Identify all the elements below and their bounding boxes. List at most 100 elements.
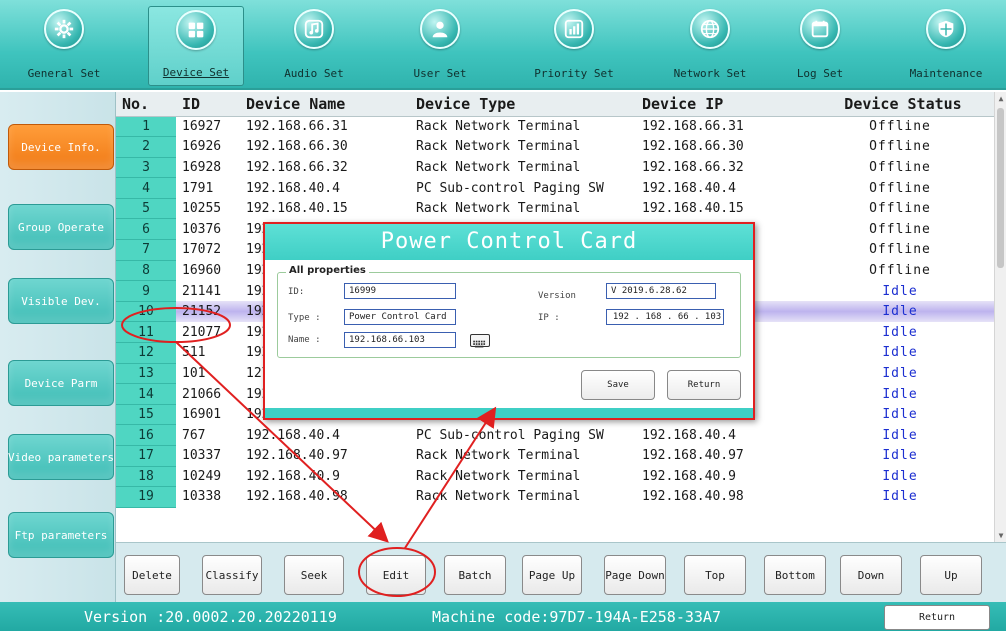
- sidebar-item-video-parameters[interactable]: Video parameters: [8, 434, 114, 480]
- nav-maintenance[interactable]: Maintenance: [894, 6, 998, 86]
- column-header-device-ip[interactable]: Device IP: [636, 92, 806, 117]
- nav-priority-set[interactable]: Priority Set: [526, 6, 622, 86]
- scroll-thumb[interactable]: [997, 108, 1004, 268]
- column-header-no[interactable]: No.: [116, 92, 176, 117]
- table-row[interactable]: 4 1791 192.168.40.4 PC Sub-control Paging S…: [116, 177, 994, 199]
- version-text: Version :20.0002.20.20220119: [84, 608, 337, 626]
- device-id: 10338: [182, 489, 222, 505]
- device-type: Rack Network Terminal: [416, 468, 581, 484]
- bottom-button[interactable]: Bottom: [764, 555, 826, 595]
- device-type: PC Sub-control Paging SW: [416, 180, 604, 196]
- row-number: 18: [116, 466, 176, 488]
- save-button[interactable]: Save: [581, 370, 655, 400]
- row-number: 16: [116, 424, 176, 446]
- page-up-button[interactable]: Page Up: [522, 555, 582, 595]
- device-status: Idle: [882, 365, 918, 381]
- classify-button[interactable]: Classify: [202, 555, 262, 595]
- dialog-footer-bar: [265, 408, 753, 418]
- page-down-button[interactable]: Page Down: [604, 555, 666, 595]
- device-status: Idle: [882, 448, 918, 464]
- id-label: ID:: [288, 287, 305, 297]
- ip-field[interactable]: 192 . 168 . 66 . 103: [606, 309, 724, 325]
- machine-code-text: Machine code:97D7-194A-E258-33A7: [432, 608, 721, 626]
- sidebar-item-visible-dev[interactable]: Visible Dev.: [8, 278, 114, 324]
- device-name: 192.168.40.4: [246, 180, 340, 196]
- seek-button[interactable]: Seek: [284, 555, 344, 595]
- device-ip: 192.168.40.4: [642, 180, 736, 196]
- nav-label: Audio Set: [284, 67, 344, 80]
- batch-button[interactable]: Batch: [444, 555, 506, 595]
- scroll-down-icon[interactable]: ▼: [995, 531, 1006, 540]
- nav-label: Maintenance: [909, 67, 983, 80]
- globe-icon: [690, 9, 730, 49]
- device-id: 17072: [182, 242, 222, 258]
- nav-audio-set[interactable]: Audio Set: [266, 6, 362, 86]
- nav-general-set[interactable]: General Set: [16, 6, 112, 86]
- return-button[interactable]: Return: [884, 605, 990, 630]
- name-field[interactable]: 192.168.66.103: [344, 332, 456, 348]
- device-id: 16927: [182, 119, 222, 135]
- device-status: Idle: [882, 427, 918, 443]
- device-ip: 192.168.40.97: [642, 448, 744, 464]
- delete-button[interactable]: Delete: [124, 555, 180, 595]
- dialog-return-button[interactable]: Return: [667, 370, 741, 400]
- table-row[interactable]: 3 16928 192.168.66.32 Rack Network Terminal…: [116, 157, 994, 179]
- device-ip: 192.168.40.4: [642, 427, 736, 443]
- device-status: Idle: [882, 386, 918, 402]
- type-field[interactable]: Power Control Card: [344, 309, 456, 325]
- device-name: 192.168.40.98: [246, 489, 348, 505]
- row-number: 7: [116, 239, 176, 261]
- device-name: 192.168.66.30: [246, 139, 348, 155]
- row-number: 3: [116, 157, 176, 179]
- row-number: 19: [116, 486, 176, 508]
- device-status: Idle: [806, 301, 994, 322]
- sidebar-item-ftp-parameters[interactable]: Ftp parameters: [8, 512, 114, 558]
- column-header-device-name[interactable]: Device Name: [240, 92, 410, 117]
- table-row[interactable]: 19 10338 192.168.40.98 Rack Network Termina…: [116, 486, 994, 508]
- column-header-id[interactable]: ID: [176, 92, 240, 117]
- action-button-bar: Delete Classify Seek Edit Batch Page Up …: [116, 542, 1006, 602]
- table-scrollbar[interactable]: ▲ ▼: [994, 92, 1006, 542]
- sidebar-item-device-info[interactable]: Device Info.: [8, 124, 114, 170]
- sidebar-item-label: Ftp parameters: [14, 528, 108, 542]
- edit-device-dialog: Power Control Card All properties ID: 16…: [263, 222, 755, 420]
- row-number: 8: [116, 260, 176, 282]
- table-row[interactable]: 16 767 192.168.40.4 PC Sub-control Paging S…: [116, 424, 994, 446]
- table-row[interactable]: 2 16926 192.168.66.30 Rack Network Terminal…: [116, 136, 994, 158]
- sidebar-item-group-operate[interactable]: Group Operate: [8, 204, 114, 250]
- column-header-device-type[interactable]: Device Type: [410, 92, 636, 117]
- top-button[interactable]: Top: [684, 555, 746, 595]
- device-status: Offline: [869, 262, 931, 278]
- nav-log-set[interactable]: Log Set: [772, 6, 868, 86]
- type-label: Type :: [288, 313, 321, 323]
- device-ip: 192.168.40.98: [642, 489, 744, 505]
- id-field[interactable]: 16999: [344, 283, 456, 299]
- down-button[interactable]: Down: [840, 555, 902, 595]
- sidebar-item-device-parm[interactable]: Device Parm: [8, 360, 114, 406]
- table-row[interactable]: 5 10255 192.168.40.15 Rack Network Terminal…: [116, 198, 994, 220]
- table-row[interactable]: 1 16927 192.168.66.31 Rack Network Terminal…: [116, 116, 994, 138]
- column-header-device-status[interactable]: Device Status: [806, 92, 994, 117]
- row-number: 10: [116, 301, 176, 323]
- row-number: 15: [116, 404, 176, 426]
- scroll-up-icon[interactable]: ▲: [995, 94, 1006, 103]
- up-button[interactable]: Up: [920, 555, 982, 595]
- device-id: 21152: [176, 301, 240, 322]
- device-id: 16928: [182, 159, 222, 175]
- table-row[interactable]: 17 10337 192.168.40.97 Rack Network Termina…: [116, 445, 994, 467]
- device-id: 10249: [182, 468, 222, 484]
- edit-button[interactable]: Edit: [366, 555, 426, 595]
- keyboard-icon[interactable]: [470, 334, 490, 348]
- device-status: Offline: [869, 201, 931, 217]
- device-type: Rack Network Terminal: [416, 139, 581, 155]
- nav-user-set[interactable]: User Set: [392, 6, 488, 86]
- table-row[interactable]: 18 10249 192.168.40.9 Rack Network Terminal…: [116, 466, 994, 488]
- sidebar-item-label: Device Info.: [21, 140, 101, 154]
- top-navigation: General Set Device Set Audio Set User Se…: [0, 0, 1006, 90]
- nav-network-set[interactable]: Network Set: [662, 6, 758, 86]
- row-number: 17: [116, 445, 176, 467]
- version-field[interactable]: V 2019.6.28.62: [606, 283, 716, 299]
- user-icon: [420, 9, 460, 49]
- device-name: 192.168.66.31: [246, 119, 348, 135]
- nav-device-set[interactable]: Device Set: [148, 6, 244, 86]
